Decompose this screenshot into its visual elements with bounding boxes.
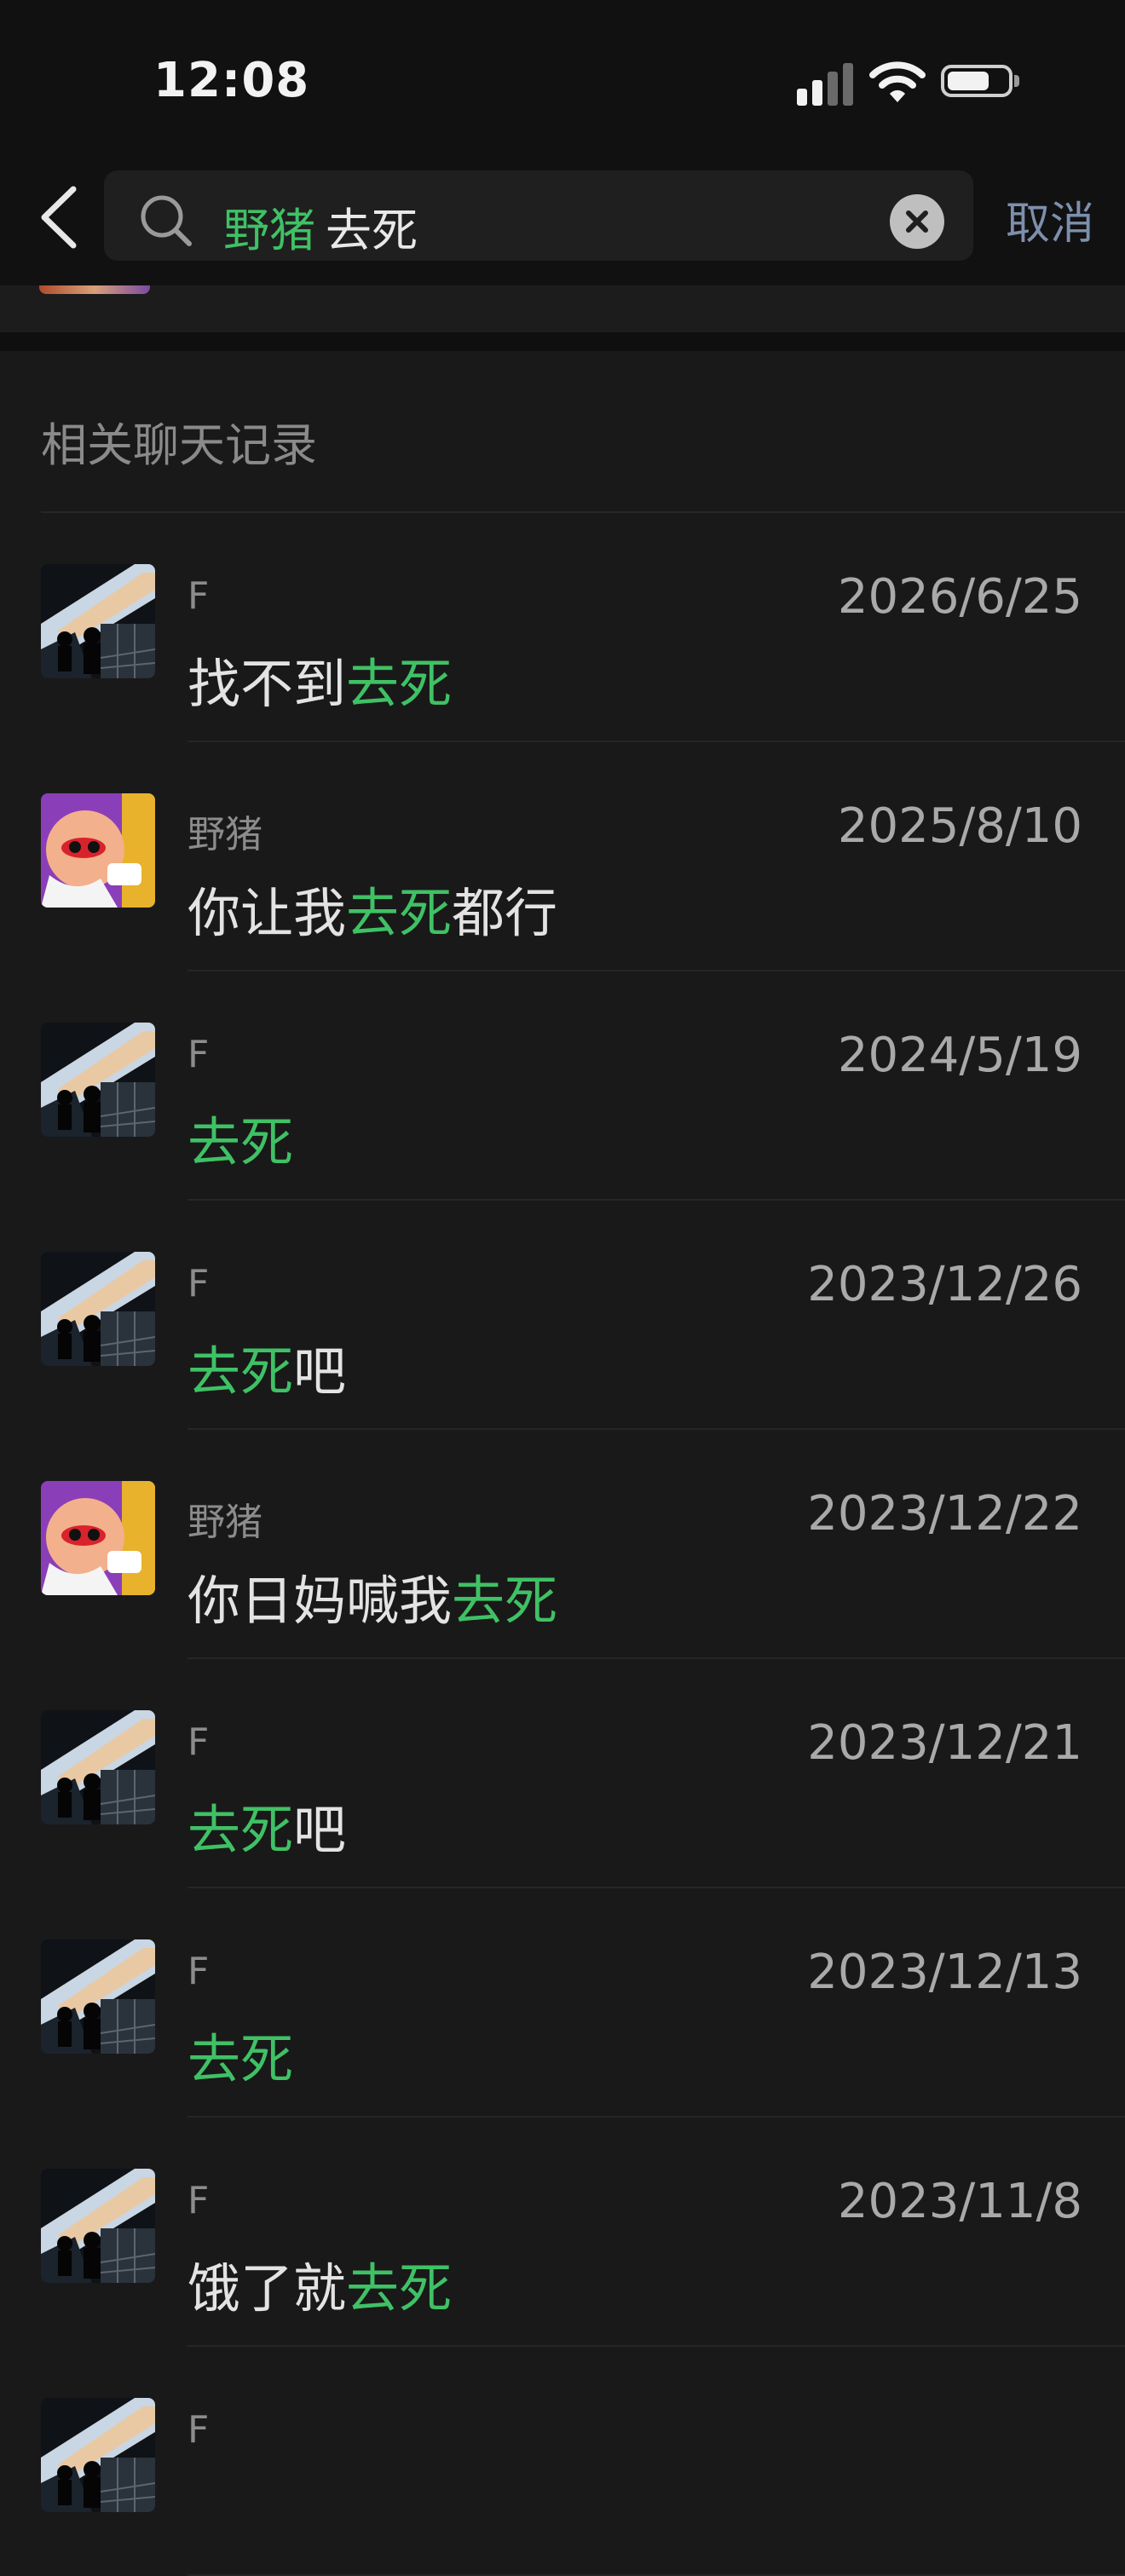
sender-name: 野猪: [188, 813, 262, 856]
sender-name: F: [188, 1033, 210, 1076]
snippet-highlight: 去死: [346, 653, 453, 715]
search-query[interactable]: 野猪 去死: [223, 193, 418, 260]
message-date: 2025/8/10: [837, 798, 1082, 854]
snippet-text-after: 吧: [293, 1799, 347, 1861]
message-snippet: 找不到去死: [188, 641, 452, 717]
message-snippet: 去死: [188, 1099, 293, 1176]
close-icon: [906, 210, 928, 233]
sender-name: F: [188, 1950, 210, 1993]
list-item[interactable]: F 2023/11/8 饿了就去死: [0, 2118, 1125, 2347]
avatar: [41, 1252, 155, 1366]
search-icon: [141, 195, 192, 246]
snippet-text-before: 你让我: [188, 882, 347, 944]
section-title: 相关聊天记录: [41, 418, 317, 472]
battery-cap: [1014, 75, 1019, 87]
snippet-highlight: 去死: [188, 1799, 294, 1861]
previous-section-edge: [0, 285, 1125, 332]
message-snippet: 饿了就去死: [188, 2245, 452, 2322]
sender-name: F: [188, 574, 210, 618]
wifi-icon: [869, 61, 926, 102]
snippet-text-after: 吧: [293, 1340, 347, 1403]
message-date: 2023/12/26: [807, 1257, 1082, 1312]
snippet-highlight: 去死: [346, 882, 453, 944]
search-header: 野猪 去死 取消: [0, 162, 1125, 285]
battery-icon: [941, 65, 1012, 97]
snippet-text-before: 找不到: [188, 653, 347, 715]
sender-name: F: [188, 2408, 210, 2452]
back-arrow-icon[interactable]: [31, 179, 90, 256]
snippet-text-after: 都行: [452, 882, 558, 944]
list-item[interactable]: 野猪 2023/12/22 你日妈喊我去死: [0, 1430, 1125, 1659]
message-snippet: 去死吧: [188, 1787, 346, 1864]
list-item[interactable]: F: [0, 2347, 1125, 2576]
sender-name: 野猪: [188, 1501, 262, 1544]
avatar: [41, 2398, 155, 2512]
message-date: 2023/11/8: [837, 2174, 1082, 2229]
snippet-text-before: 你日妈喊我: [188, 1570, 453, 1632]
sender-name: F: [188, 1720, 210, 1764]
message-date: 2023/12/22: [807, 1486, 1082, 1542]
snippet-highlight: 去死: [346, 2257, 453, 2320]
list-item[interactable]: 野猪 2025/8/10 你让我去死都行: [0, 742, 1125, 971]
message-date: 2026/6/25: [837, 569, 1082, 625]
sender-name: F: [188, 1262, 210, 1305]
list-item[interactable]: F 2026/6/25 找不到去死: [0, 513, 1125, 742]
snippet-highlight: 去死: [188, 2028, 294, 2090]
avatar: [39, 285, 150, 294]
list-item[interactable]: F 2024/5/19 去死: [0, 971, 1125, 1201]
status-bar: 12:08: [0, 0, 1125, 162]
message-date: 2023/12/13: [807, 1945, 1082, 2000]
list-item[interactable]: F 2023/12/21 去死吧: [0, 1659, 1125, 1888]
sender-name: F: [188, 2179, 210, 2222]
snippet-text-before: 饿了就: [188, 2257, 347, 2320]
snippet-highlight: 去死: [188, 1111, 294, 1173]
list-item[interactable]: F 2023/12/26 去死吧: [0, 1201, 1125, 1430]
avatar: [41, 1023, 155, 1137]
message-snippet: 你让我去死都行: [188, 870, 557, 947]
avatar: [41, 1481, 155, 1595]
message-snippet: 去死吧: [188, 1328, 346, 1405]
cellular-signal-icon: [797, 63, 857, 106]
search-contact-tag[interactable]: 野猪: [223, 204, 315, 257]
avatar: [41, 1710, 155, 1824]
message-snippet: 去死: [188, 2016, 293, 2093]
snippet-highlight: 去死: [188, 1340, 294, 1403]
snippet-highlight: 去死: [452, 1570, 558, 1632]
message-snippet: 你日妈喊我去死: [188, 1558, 557, 1634]
avatar: [41, 2169, 155, 2283]
list-item[interactable]: F 2023/12/13 去死: [0, 1888, 1125, 2118]
avatar: [41, 793, 155, 908]
message-date: 2023/12/21: [807, 1715, 1082, 1771]
avatar: [41, 564, 155, 678]
status-time: 12:08: [153, 53, 310, 108]
search-keyword[interactable]: 去死: [326, 204, 418, 257]
message-date: 2024/5/19: [837, 1028, 1082, 1083]
section-separator: [0, 332, 1125, 351]
clear-search-button[interactable]: [890, 194, 944, 249]
avatar: [41, 1939, 155, 2054]
search-input[interactable]: 野猪 去死: [104, 170, 973, 261]
cancel-button[interactable]: 取消: [1006, 187, 1094, 251]
